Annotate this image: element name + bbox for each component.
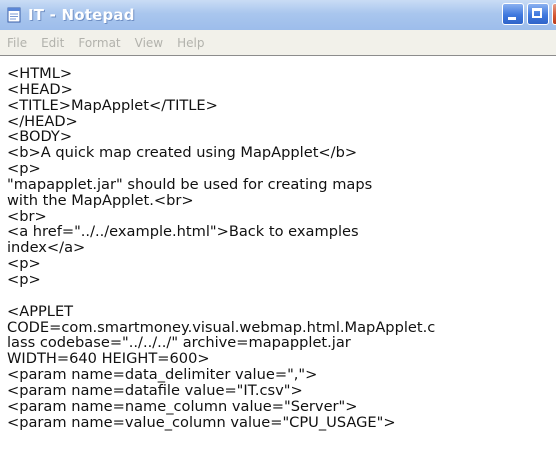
menu-edit[interactable]: Edit — [41, 36, 64, 50]
editor-line: lass codebase="../../../" archive=mapapp… — [7, 334, 351, 352]
editor-line: <p> — [7, 160, 41, 178]
editor-line: </HEAD> — [7, 112, 78, 130]
menu-bar: File Edit Format View Help — [0, 30, 556, 55]
title-bar[interactable]: IT - Notepad — [0, 0, 556, 30]
notepad-icon[interactable] — [6, 7, 22, 23]
minimize-button[interactable] — [502, 3, 524, 25]
editor-line: <HEAD> — [7, 80, 73, 98]
maximize-icon — [532, 8, 542, 18]
editor-line: "mapapplet.jar" should be used for creat… — [7, 175, 373, 193]
editor-line: <BODY> — [7, 128, 73, 146]
editor-line: <p> — [7, 270, 41, 288]
editor-line: <TITLE>MapApplet</TITLE> — [7, 96, 218, 114]
close-button[interactable] — [552, 3, 556, 25]
editor-line: CODE=com.smartmoney.visual.webmap.html.M… — [7, 318, 436, 336]
window-title: IT - Notepad — [28, 6, 135, 24]
menu-view[interactable]: View — [135, 36, 163, 50]
notepad-window: IT - Notepad File Edit Format View Help … — [0, 0, 556, 469]
editor-line: <param name=value_column value="CPU_USAG… — [7, 413, 396, 431]
maximize-button[interactable] — [527, 3, 549, 25]
editor-line: <param name=name_column value="Server"> — [7, 397, 358, 415]
editor-line: WIDTH=640 HEIGHT=600> — [7, 350, 210, 368]
text-editor[interactable]: <HTML> <HEAD> <TITLE>MapApplet</TITLE> <… — [0, 55, 556, 469]
editor-line: <p> — [7, 255, 41, 273]
editor-line: with the MapApplet.<br> — [7, 191, 194, 209]
editor-line: <HTML> — [7, 65, 73, 82]
minimize-icon — [508, 17, 516, 20]
editor-line: <param name=datafile value="IT.csv"> — [7, 381, 303, 399]
editor-line: <APPLET — [7, 302, 74, 320]
menu-format[interactable]: Format — [78, 36, 120, 50]
menu-help[interactable]: Help — [177, 36, 204, 50]
editor-line: <br> — [7, 207, 47, 225]
editor-line: index</a> — [7, 239, 86, 257]
editor-line: <a href="../../example.html">Back to exa… — [7, 223, 359, 241]
editor-line: <param name=data_delimiter value=","> — [7, 366, 318, 384]
menu-file[interactable]: File — [7, 36, 27, 50]
editor-line: <b>A quick map created using MapApplet</… — [7, 144, 358, 162]
